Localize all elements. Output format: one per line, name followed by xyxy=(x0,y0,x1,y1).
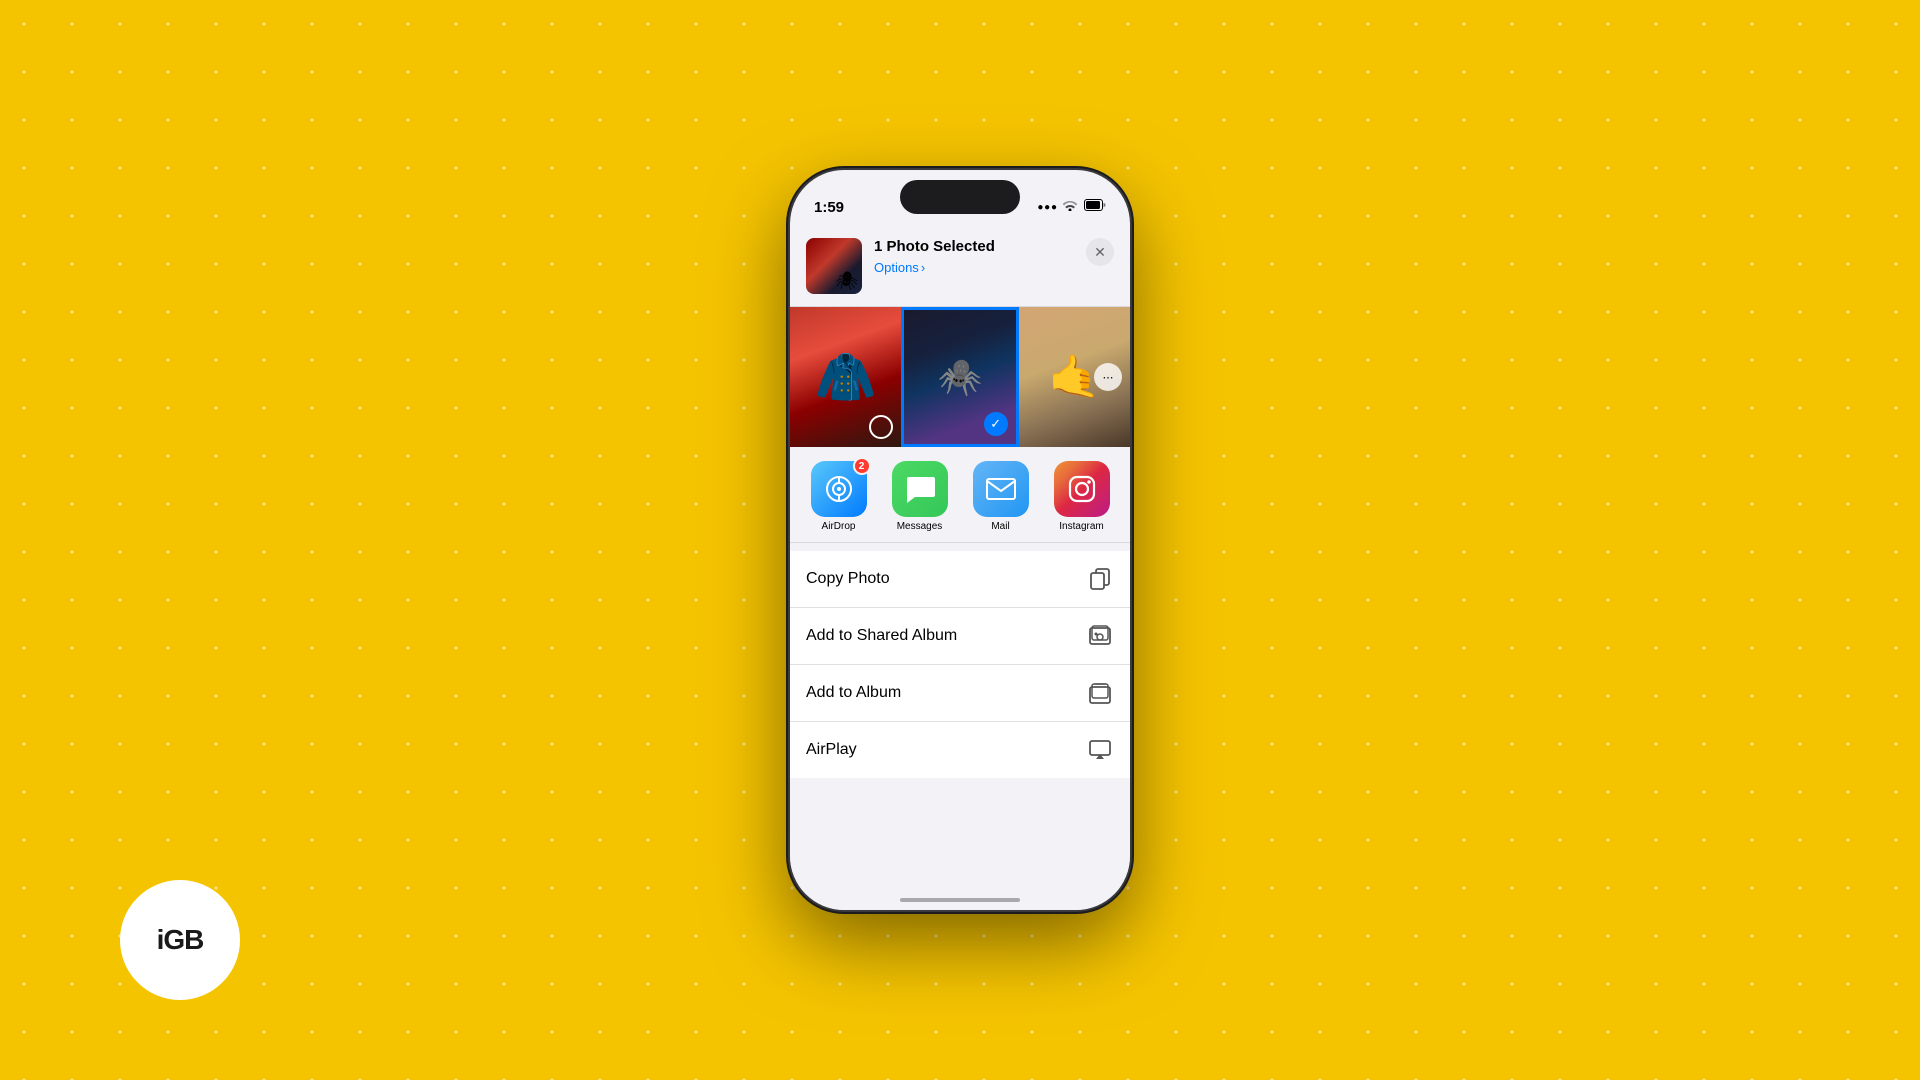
add-to-album-action[interactable]: Add to Album xyxy=(790,665,1130,722)
action-list: Copy Photo Add to Shared Album xyxy=(790,551,1130,778)
mail-label: Mail xyxy=(991,521,1009,532)
app-icons-row: 2 AirDrop Messages xyxy=(790,447,1130,543)
close-icon: ✕ xyxy=(1094,244,1106,261)
phone-content: 1 Photo Selected Options › ✕ 🧥 xyxy=(790,222,1130,910)
shared-album-icon xyxy=(1086,622,1114,650)
photo-item-3[interactable]: 🤙 ⋯ xyxy=(1019,307,1130,447)
airdrop-label: AirDrop xyxy=(822,521,856,532)
add-to-shared-album-label: Add to Shared Album xyxy=(806,627,957,645)
share-sheet: 1 Photo Selected Options › ✕ 🧥 xyxy=(790,222,1130,910)
battery-icon xyxy=(1084,198,1106,216)
instagram-label: Instagram xyxy=(1059,521,1103,532)
dynamic-island xyxy=(900,180,1020,214)
album-icon xyxy=(1086,679,1114,707)
app-icon-messages[interactable]: Messages xyxy=(881,461,958,532)
share-title: 1 Photo Selected xyxy=(874,238,1074,255)
home-indicator xyxy=(900,898,1020,902)
status-icons: ● ● ● xyxy=(1037,198,1106,216)
photo-selected-badge-2: ✓ xyxy=(984,412,1008,436)
airdrop-icon: 2 xyxy=(811,461,867,517)
app-icon-instagram[interactable]: Instagram xyxy=(1043,461,1120,532)
status-time: 1:59 xyxy=(814,199,844,216)
messages-icon xyxy=(892,461,948,517)
photo-strip: 🧥 🕷️ ✓ 🤙 ⋯ xyxy=(790,307,1130,447)
app-icon-mail[interactable]: Mail xyxy=(962,461,1039,532)
airplay-label: AirPlay xyxy=(806,741,857,759)
iphone-frame: 1:59 ● ● ● xyxy=(790,170,1130,910)
messages-label: Messages xyxy=(897,521,943,532)
add-to-album-label: Add to Album xyxy=(806,684,901,702)
add-to-shared-album-action[interactable]: Add to Shared Album xyxy=(790,608,1130,665)
mail-icon xyxy=(973,461,1029,517)
close-button[interactable]: ✕ xyxy=(1086,238,1114,266)
signal-icon: ● ● ● xyxy=(1037,202,1056,213)
share-header: 1 Photo Selected Options › ✕ xyxy=(790,222,1130,307)
airplay-icon xyxy=(1086,736,1114,764)
share-header-text: 1 Photo Selected Options › xyxy=(874,238,1074,277)
airplay-action[interactable]: AirPlay xyxy=(790,722,1130,778)
selected-photo-thumbnail xyxy=(806,238,862,294)
copy-photo-icon xyxy=(1086,565,1114,593)
app-icon-airdrop[interactable]: 2 AirDrop xyxy=(800,461,877,532)
igb-logo: iGB xyxy=(120,880,240,1000)
copy-photo-label: Copy Photo xyxy=(806,570,890,588)
copy-photo-action[interactable]: Copy Photo xyxy=(790,551,1130,608)
photo-item-2[interactable]: 🕷️ ✓ xyxy=(901,307,1018,447)
photo-item-1[interactable]: 🧥 xyxy=(790,307,901,447)
instagram-icon xyxy=(1054,461,1110,517)
photo-menu-3: ⋯ xyxy=(1094,363,1122,391)
airdrop-badge: 2 xyxy=(853,457,871,475)
wifi-icon xyxy=(1062,198,1078,216)
options-button[interactable]: Options › xyxy=(874,260,925,275)
